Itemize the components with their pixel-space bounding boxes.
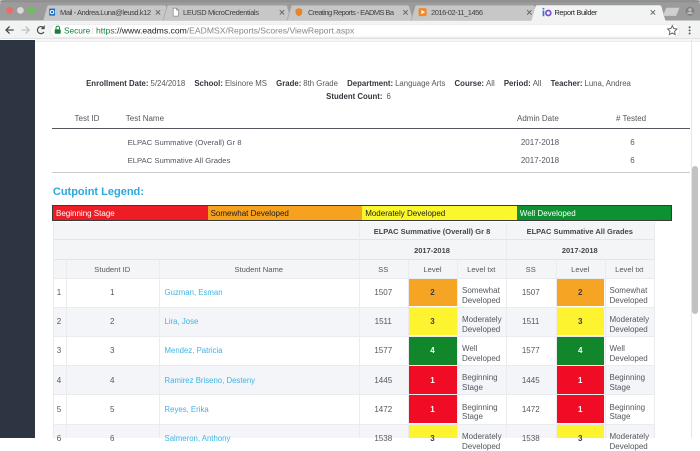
svg-text:Mail - Andrea.Luna@leusd.k12: Mail - Andrea.Luna@leusd.k12 <box>60 8 151 17</box>
svg-text:Creating Reports - EADMS Ba: Creating Reports - EADMS Ba <box>308 8 395 17</box>
svg-text:LEUSD MicroCredentials: LEUSD MicroCredentials <box>183 8 259 17</box>
svg-text:Report Builder: Report Builder <box>554 8 598 17</box>
svg-text:Secure: Secure <box>64 26 91 36</box>
svg-text:https://www.eadms.com/EADMSX/R: https://www.eadms.com/EADMSX/Reports/Sco… <box>96 26 355 36</box>
svg-text:2016-02-11_1456: 2016-02-11_1456 <box>431 8 483 17</box>
